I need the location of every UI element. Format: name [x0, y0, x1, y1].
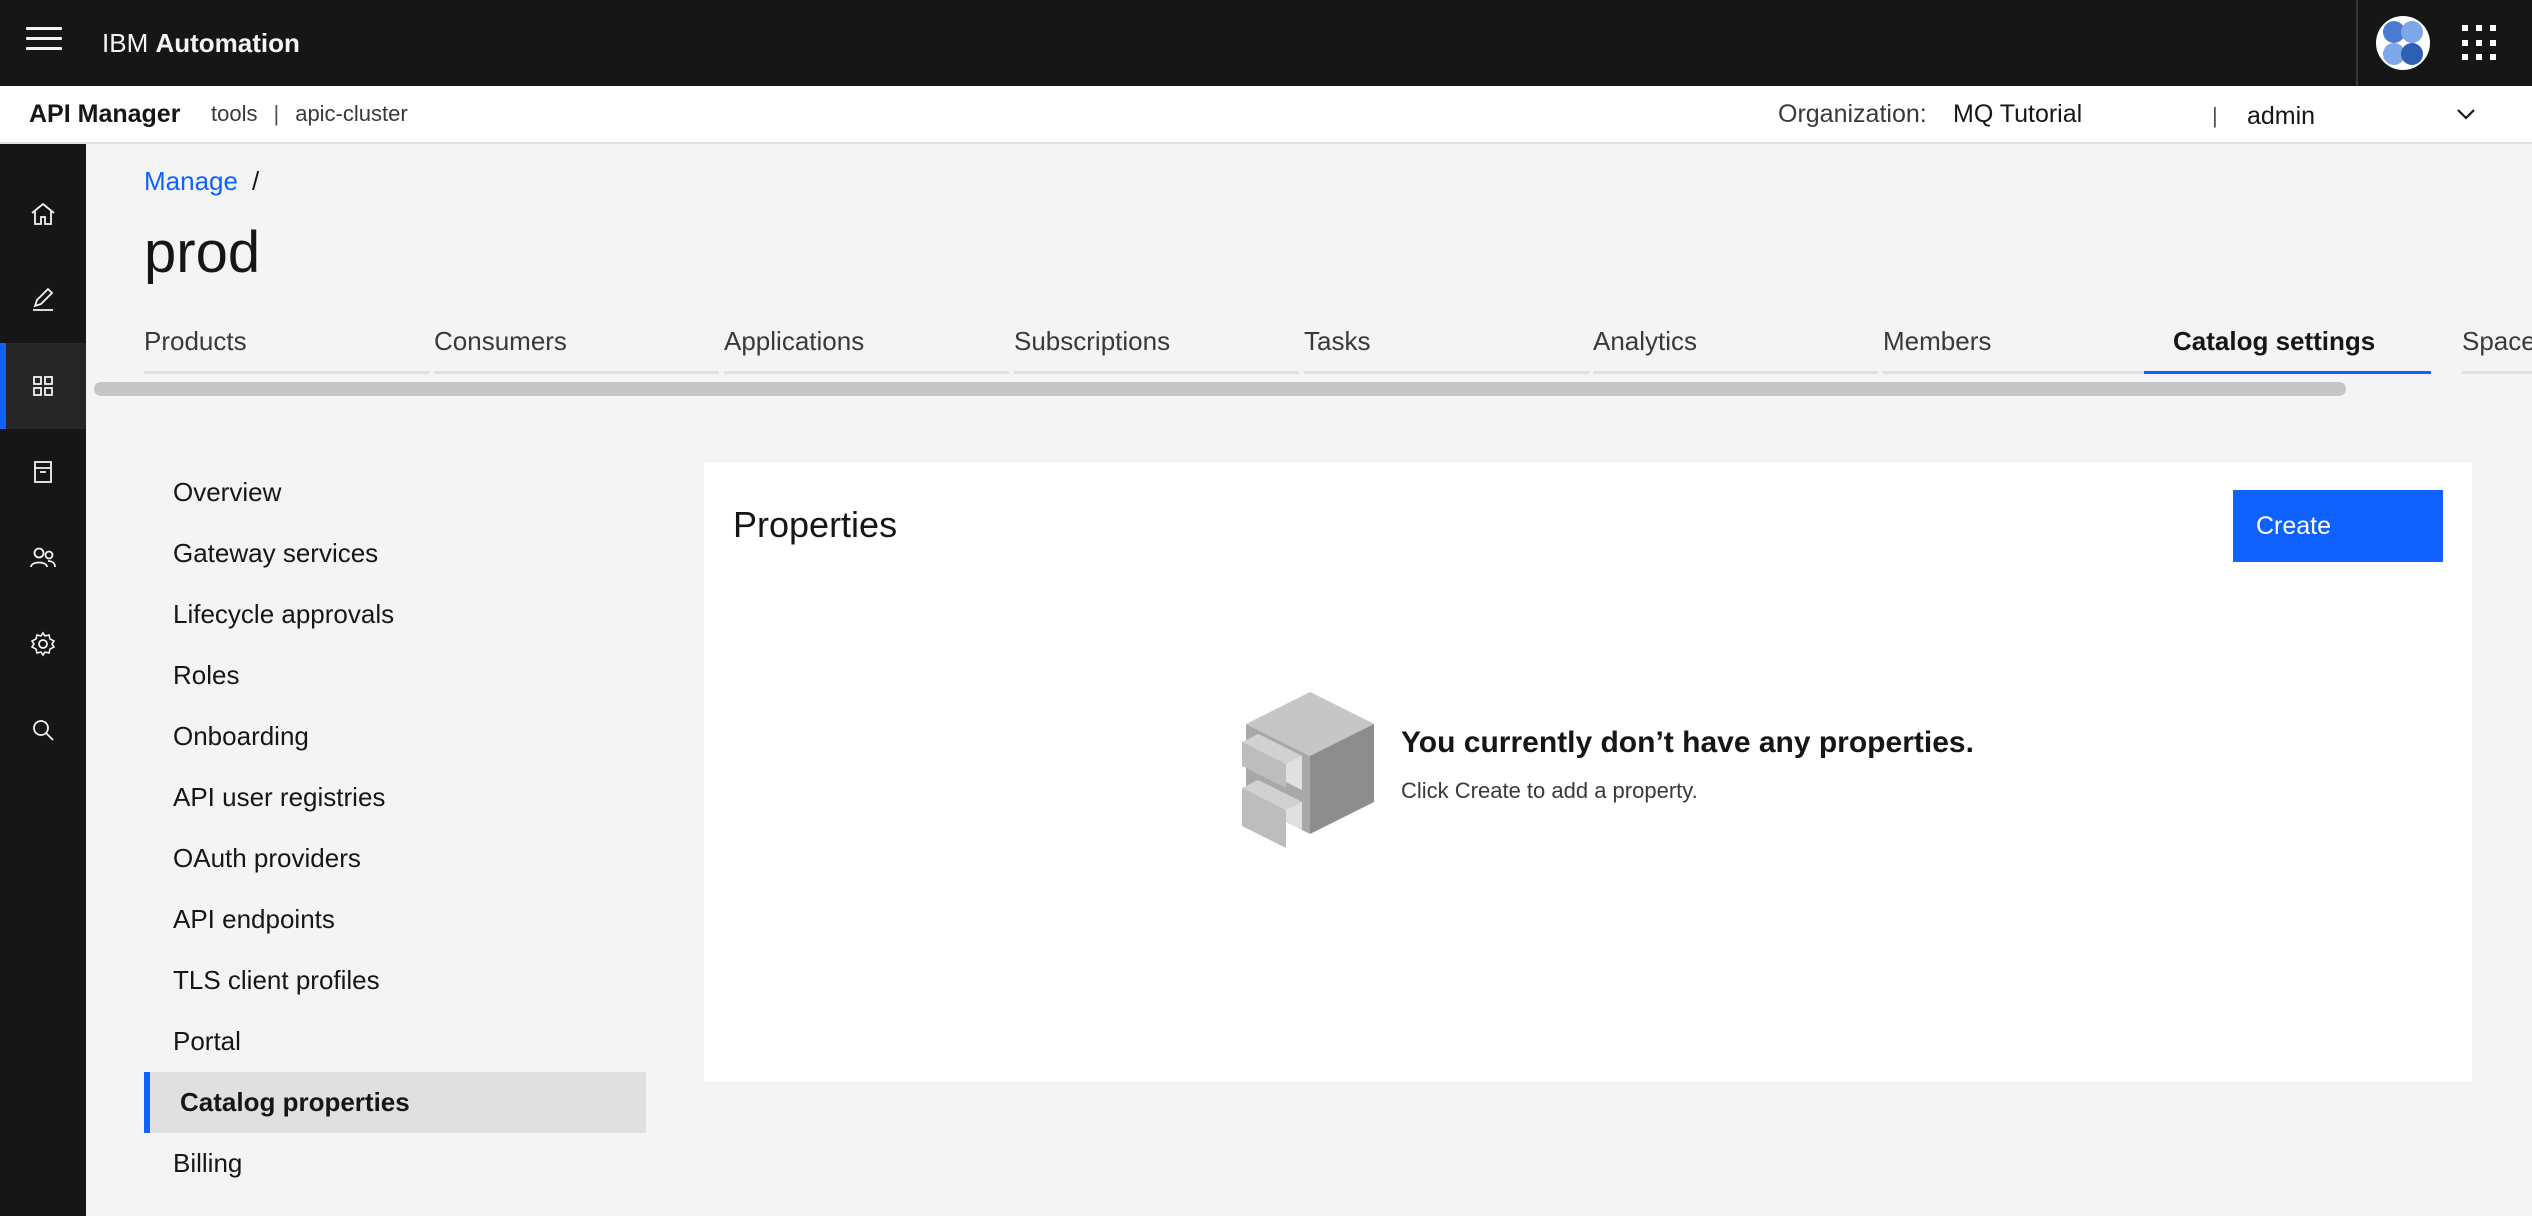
chevron-down-icon[interactable] [2452, 100, 2480, 128]
subnav-api-endpoints[interactable]: API endpoints [144, 889, 646, 950]
drawer-cabinet-icon [1242, 692, 1374, 848]
organization-value[interactable]: MQ Tutorial [1953, 86, 2082, 142]
subnav-oauth-providers[interactable]: OAuth providers [144, 828, 646, 889]
properties-title: Properties [733, 504, 898, 545]
rail-develop[interactable] [0, 257, 86, 343]
context-tools: tools [211, 101, 258, 126]
header-divider [2356, 0, 2358, 86]
subnav-gateway-services[interactable]: Gateway services [144, 523, 646, 584]
search-icon [33, 720, 54, 741]
rail-settings[interactable] [0, 601, 86, 687]
user-menu[interactable]: admin [2247, 86, 2315, 146]
archive-icon [34, 461, 52, 483]
rail-search[interactable] [0, 687, 86, 773]
app-switcher-icon[interactable] [2462, 25, 2498, 61]
subnav-portal[interactable]: Portal [144, 1011, 646, 1072]
rail-members[interactable] [0, 515, 86, 601]
empty-state-body: Click Create to add a property. [1401, 778, 1698, 803]
settings-icon [30, 631, 56, 657]
context-cluster: apic-cluster [295, 101, 408, 126]
subnav-catalog-properties[interactable]: Catalog properties [144, 1072, 646, 1133]
context-path: tools | apic-cluster [211, 86, 408, 142]
tab-spaces[interactable]: Spaces [2462, 312, 2532, 374]
subnav-lifecycle-approvals[interactable]: Lifecycle approvals [144, 584, 646, 645]
breadcrumb: Manage / [144, 166, 259, 197]
rail-catalog[interactable] [0, 429, 86, 515]
tab-bar: Products Consumers Applications Subscrip… [144, 312, 2532, 374]
organization-label: Organization: [1778, 100, 1927, 128]
tab-analytics[interactable]: Analytics [1593, 312, 1878, 374]
subnav-tls-client-profiles[interactable]: TLS client profiles [144, 950, 646, 1011]
tab-catalog-settings[interactable]: Catalog settings [2144, 312, 2431, 374]
subnav-roles[interactable]: Roles [144, 645, 646, 706]
subnav-overview[interactable]: Overview [144, 462, 646, 523]
page-title: prod [144, 220, 261, 285]
avatar-icon[interactable] [2374, 15, 2432, 71]
rail-home[interactable] [0, 171, 86, 257]
shell-header: IBM Automation [0, 0, 2532, 86]
subnav-onboarding[interactable]: Onboarding [144, 706, 646, 767]
tab-consumers[interactable]: Consumers [434, 312, 719, 374]
tab-tasks[interactable]: Tasks [1304, 312, 1589, 374]
header-pipe: | [2212, 103, 2218, 128]
breadcrumb-manage-link[interactable]: Manage [144, 166, 238, 196]
scrollbar-thumb[interactable] [94, 382, 2346, 396]
tab-applications[interactable]: Applications [724, 312, 1009, 374]
subnav-billing[interactable]: Billing [144, 1133, 646, 1194]
sub-header: API Manager tools | apic-cluster Organizat… [0, 86, 2532, 144]
brand-prefix: IBM [102, 28, 149, 58]
tabs-scrollbar[interactable] [86, 378, 2532, 400]
home-icon [31, 202, 55, 225]
manage-icon [33, 376, 53, 396]
tab-products[interactable]: Products [144, 312, 429, 374]
properties-card: Properties Create You currently don’t ha… [704, 462, 2472, 1082]
users-icon [30, 547, 56, 568]
tab-members[interactable]: Members [1883, 312, 2168, 374]
tab-subscriptions[interactable]: Subscriptions [1014, 312, 1299, 374]
breadcrumb-separator: / [251, 166, 260, 196]
rail-manage[interactable] [0, 343, 86, 429]
catalog-settings-nav: Overview Gateway services Lifecycle appr… [144, 462, 646, 1194]
menu-icon[interactable] [26, 27, 62, 59]
left-rail [0, 144, 86, 1216]
context-separator: | [273, 101, 280, 126]
subnav-api-user-registries[interactable]: API user registries [144, 767, 646, 828]
app-name[interactable]: API Manager [29, 86, 180, 142]
brand[interactable]: IBM Automation [102, 0, 300, 86]
brand-name: Automation [155, 28, 300, 58]
edit-icon [33, 287, 54, 311]
create-button[interactable]: Create [2233, 490, 2443, 562]
empty-state-heading: You currently don’t have any properties. [1401, 726, 1974, 759]
